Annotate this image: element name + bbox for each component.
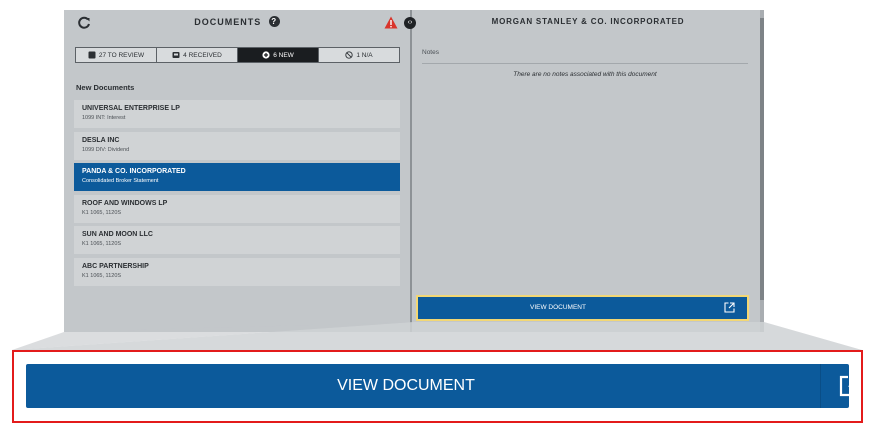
document-name: ROOF AND WINDOWS LP	[82, 199, 168, 207]
not-applicable-icon	[345, 51, 354, 59]
list-item[interactable]: SUN AND MOON LLC K1 1065, 1120S	[74, 226, 400, 254]
button-separator	[820, 364, 821, 408]
toggle-glyph: ‹›	[407, 19, 413, 26]
document-list: UNIVERSAL ENTERPRISE LP 1099 INT: Intere…	[74, 100, 400, 289]
inbox-icon	[172, 52, 180, 58]
document-name: PANDA & CO. INCORPORATED	[82, 168, 186, 175]
document-type: Consolidated Broker Statement	[82, 178, 159, 184]
detail-pane: MORGAN STANLEY & CO. INCORPORATED Notes …	[412, 10, 764, 332]
list-item-selected[interactable]: PANDA & CO. INCORPORATED Consolidated Br…	[74, 163, 400, 191]
list-item[interactable]: ROOF AND WINDOWS LP K1 1065, 1120S	[74, 194, 400, 223]
documents-header: DOCUMENTS ?	[64, 10, 410, 36]
tab-new[interactable]: 6 NEW	[238, 48, 319, 62]
document-filter-tabs: 27 TO REVIEW 4 RECEIVED 6 NEW 1 N/A	[75, 47, 400, 63]
document-type: K1 1065, 1120S	[82, 272, 122, 279]
document-type: 1099 INT: Interest	[82, 115, 126, 121]
list-item[interactable]: ABC PARTNERSHIP K1 1065, 1120S	[74, 257, 400, 286]
documents-pane: DOCUMENTS ? 27 TO REVIEW 4 RECEIVED 6 NE…	[64, 10, 410, 332]
review-icon	[88, 51, 96, 59]
document-type: 1099 DIV: Dividend	[82, 146, 130, 153]
list-item[interactable]: UNIVERSAL ENTERPRISE LP 1099 INT: Intere…	[74, 100, 400, 128]
tab-label: 6 NEW	[273, 51, 294, 59]
view-document-button[interactable]: VIEW DOCUMENT	[416, 295, 749, 321]
tab-to-review[interactable]: 27 TO REVIEW	[76, 48, 157, 62]
scrollbar[interactable]	[760, 10, 764, 332]
tab-label: 4 RECEIVED	[183, 51, 222, 59]
view-document-label: VIEW DOCUMENT	[337, 377, 475, 394]
warning-icon[interactable]	[384, 16, 398, 29]
document-name: DESLA INC	[82, 136, 120, 144]
list-item[interactable]: DESLA INC 1099 DIV: Dividend	[74, 131, 400, 160]
app-window: DOCUMENTS ? 27 TO REVIEW 4 RECEIVED 6 NE…	[64, 10, 764, 332]
collapse-toggle-icon[interactable]: ‹›	[404, 17, 416, 29]
view-document-button-zoomed[interactable]: VIEW DOCUMENT	[26, 364, 861, 408]
new-icon	[262, 51, 270, 59]
company-title: MORGAN STANLEY & CO. INCORPORATED	[491, 17, 685, 26]
view-document-label: VIEW DOCUMENT	[530, 304, 586, 311]
scrollbar-thumb[interactable]	[760, 18, 764, 300]
tab-label: 27 TO REVIEW	[98, 51, 145, 59]
document-type: K1 1065, 1120S	[82, 209, 122, 216]
notes-divider	[422, 63, 748, 64]
tab-label: 1 N/A	[356, 51, 373, 59]
tab-not-applicable[interactable]: 1 N/A	[319, 48, 399, 62]
documents-title-label: DOCUMENTS	[194, 17, 262, 27]
help-icon[interactable]: ?	[268, 16, 280, 27]
notes-empty-message: There are no notes associated with this …	[513, 71, 657, 78]
documents-title: DOCUMENTS ?	[64, 16, 410, 27]
document-name: ABC PARTNERSHIP	[82, 262, 149, 270]
document-name: UNIVERSAL ENTERPRISE LP	[82, 105, 180, 112]
section-title: New Documents	[76, 83, 135, 92]
document-name: SUN AND MOON LLC	[82, 231, 153, 238]
document-type: K1 1065, 1120S	[82, 241, 122, 247]
external-link-icon	[724, 302, 735, 313]
tab-received[interactable]: 4 RECEIVED	[157, 48, 238, 62]
notes-label: Notes	[422, 49, 439, 56]
external-link-icon	[839, 375, 861, 397]
